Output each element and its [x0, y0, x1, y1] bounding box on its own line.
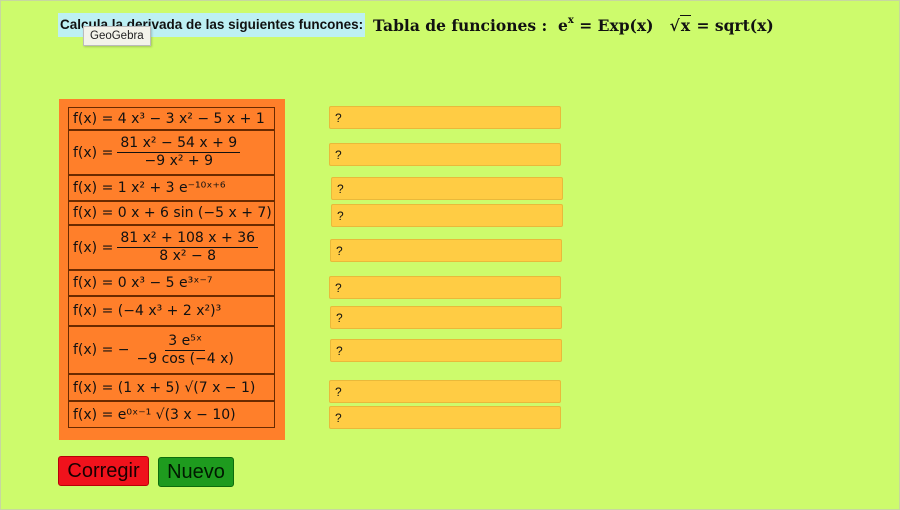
answer-input-10[interactable]: ? [329, 406, 561, 429]
function-row-10: f(x) = e⁰ˣ⁻¹ √(3 x − 10) [68, 401, 275, 428]
numerator: 3 e⁵ˣ [165, 333, 206, 351]
geogebra-canvas: Calcula la derivada de las siguientes fu… [0, 0, 900, 510]
function-row-5: f(x) = 81 x² + 108 x + 36 8 x² − 8 [68, 225, 275, 270]
function-row-3: f(x) = 1 x² + 3 e⁻¹⁰ˣ⁺⁶ [68, 175, 275, 201]
numerator: 81 x² − 54 x + 9 [117, 135, 241, 153]
function-lhs: f(x) = [73, 239, 114, 256]
fraction: 81 x² + 108 x + 36 8 x² − 8 [117, 230, 259, 265]
function-row-2: f(x) = 81 x² − 54 x + 9 −9 x² + 9 [68, 130, 275, 175]
answer-input-5[interactable]: ? [330, 239, 562, 262]
denominator: −9 cos (−4 x) [136, 350, 234, 367]
sqrt-definition: = sqrt(x) [696, 16, 774, 35]
answer-input-1[interactable]: ? [329, 106, 561, 129]
sqrt-argument: x [679, 15, 692, 35]
answer-input-4[interactable]: ? [331, 204, 563, 227]
nuevo-button[interactable]: Nuevo [158, 457, 234, 487]
function-list-panel: f(x) = 4 x³ − 3 x² − 5 x + 1 f(x) = 81 x… [59, 99, 285, 440]
table-label: Tabla de funciones : [373, 16, 548, 35]
function-row-6: f(x) = 0 x³ − 5 e³ˣ⁻⁷ [68, 270, 275, 296]
fraction: 81 x² − 54 x + 9 −9 x² + 9 [117, 135, 241, 170]
function-lhs: f(x) = [73, 144, 114, 161]
numerator: 81 x² + 108 x + 36 [117, 230, 259, 248]
function-row-9: f(x) = (1 x + 5) √(7 x − 1) [68, 374, 275, 401]
function-row-7: f(x) = (−4 x³ + 2 x²)³ [68, 296, 275, 326]
answer-input-3[interactable]: ? [331, 177, 563, 200]
answer-input-6[interactable]: ? [329, 276, 561, 299]
function-row-4: f(x) = 0 x + 6 sin (−5 x + 7) [68, 201, 275, 225]
function-table-legend: Tabla de funciones : ex = Exp(x) √x = sq… [373, 15, 774, 35]
corregir-button[interactable]: Corregir [58, 456, 149, 486]
function-row-8: f(x) = − 3 e⁵ˣ −9 cos (−4 x) [68, 326, 275, 374]
exp-definition: = Exp(x) [579, 16, 654, 35]
function-row-1: f(x) = 4 x³ − 3 x² − 5 x + 1 [68, 107, 275, 130]
answer-input-7[interactable]: ? [330, 306, 562, 329]
fraction: 3 e⁵ˣ −9 cos (−4 x) [134, 333, 237, 368]
answer-input-8[interactable]: ? [330, 339, 562, 362]
denominator: −9 x² + 9 [144, 153, 214, 169]
exp-base: e [558, 16, 568, 35]
answer-input-9[interactable]: ? [329, 380, 561, 403]
answer-input-2[interactable]: ? [329, 143, 561, 166]
exp-superscript: x [567, 15, 574, 26]
function-lhs: f(x) = − [73, 342, 130, 358]
denominator: 8 x² − 8 [159, 248, 217, 264]
geogebra-tooltip: GeoGebra [83, 26, 151, 46]
